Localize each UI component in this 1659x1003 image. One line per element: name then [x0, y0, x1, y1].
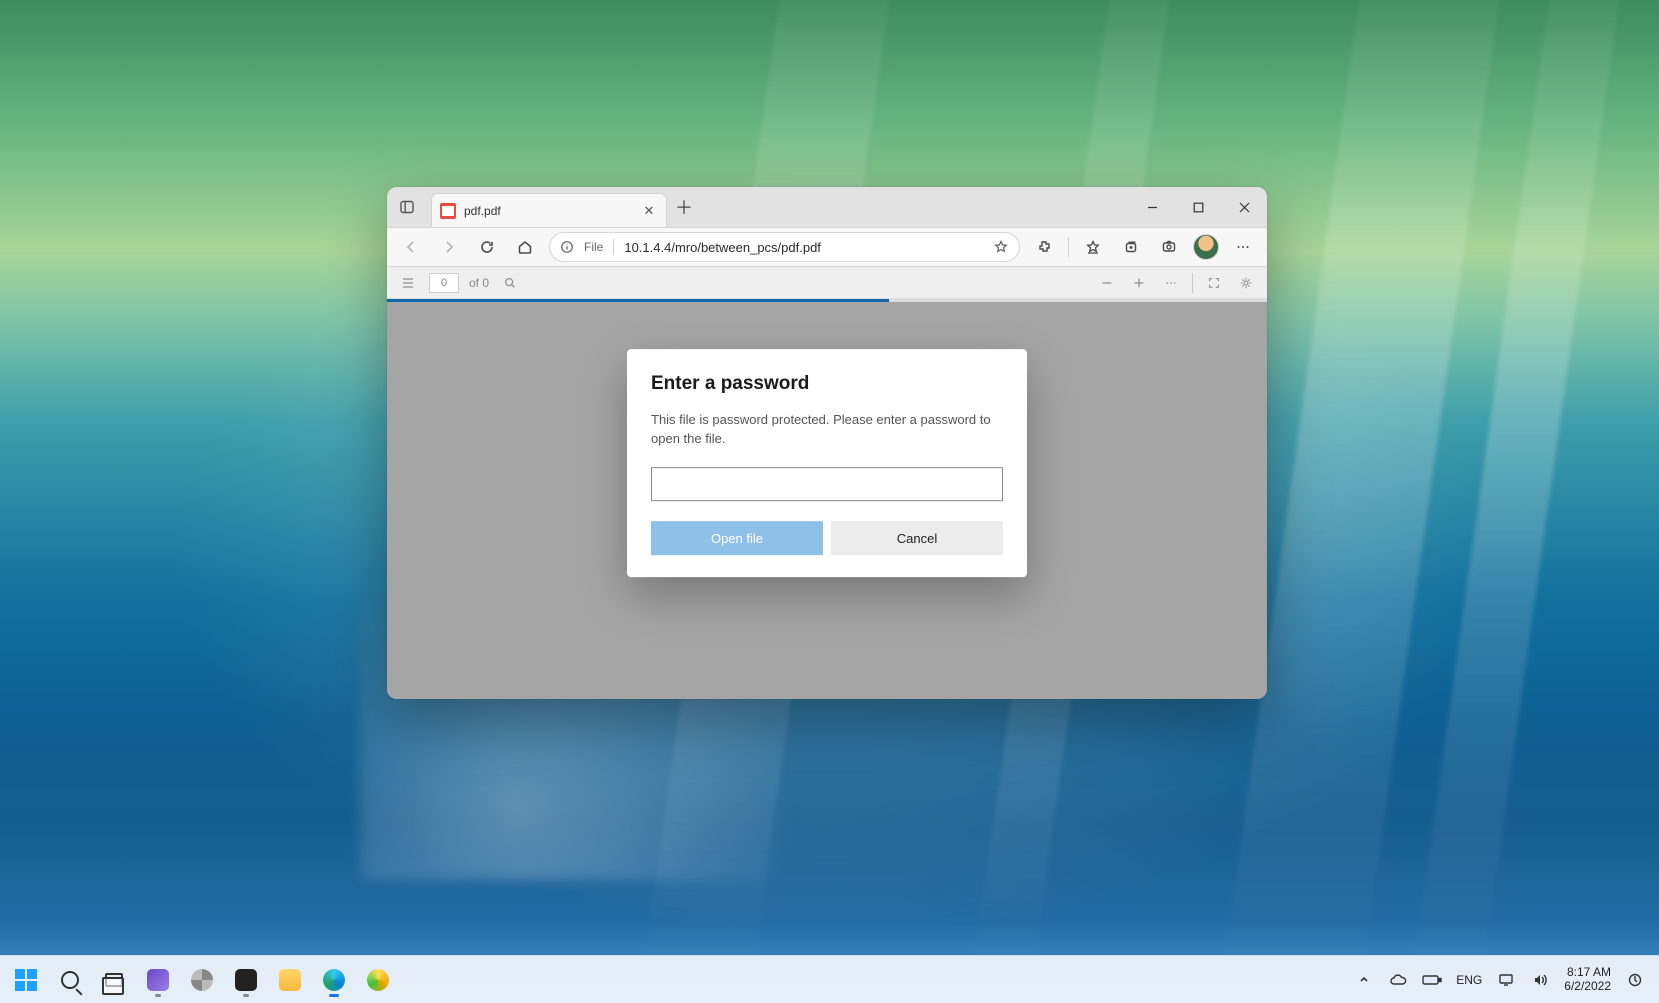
- start-button[interactable]: [6, 960, 46, 1000]
- pdf-icon: [440, 203, 456, 219]
- taskbar-app-explorer[interactable]: [270, 960, 310, 1000]
- profile-avatar[interactable]: [1193, 234, 1219, 260]
- page-number-input[interactable]: 0: [429, 273, 459, 293]
- taskbar-search[interactable]: [50, 960, 90, 1000]
- battery-icon[interactable]: [1422, 970, 1442, 990]
- favorite-button[interactable]: [993, 239, 1009, 255]
- taskbar-app-edge-canary[interactable]: [358, 960, 398, 1000]
- notifications-button[interactable]: [1625, 970, 1645, 990]
- collections-button[interactable]: [1117, 233, 1145, 261]
- pdf-toolbar: 0 of 0: [387, 267, 1267, 299]
- info-icon: [560, 240, 574, 254]
- page-total: of 0: [469, 276, 489, 290]
- web-capture-button[interactable]: [1155, 233, 1183, 261]
- minimize-button[interactable]: [1129, 187, 1175, 227]
- task-view-button[interactable]: [94, 960, 134, 1000]
- taskbar: ENG 8:17 AM 6/2/2022: [0, 955, 1659, 1003]
- new-tab-button[interactable]: ＋: [667, 187, 701, 227]
- browser-tab[interactable]: pdf.pdf ✕: [431, 193, 667, 227]
- close-tab-button[interactable]: ✕: [640, 202, 658, 220]
- cancel-button[interactable]: Cancel: [831, 521, 1003, 555]
- dialog-title: Enter a password: [651, 374, 1003, 396]
- clock[interactable]: 8:17 AM 6/2/2022: [1564, 966, 1611, 994]
- zoom-in-button[interactable]: [1128, 272, 1150, 294]
- password-dialog: Enter a password This file is password p…: [627, 350, 1027, 578]
- contents-button[interactable]: [397, 272, 419, 294]
- maximize-button[interactable]: [1175, 187, 1221, 227]
- forward-button[interactable]: [435, 233, 463, 261]
- system-tray: ENG 8:17 AM 6/2/2022: [1354, 966, 1659, 994]
- browser-toolbar: File 10.1.4.4/mro/between_pcs/pdf.pdf: [387, 227, 1267, 267]
- fullscreen-button[interactable]: [1203, 272, 1225, 294]
- load-progress: [387, 299, 1267, 302]
- password-input[interactable]: [651, 467, 1003, 501]
- back-button[interactable]: [397, 233, 425, 261]
- extensions-button[interactable]: [1030, 233, 1058, 261]
- volume-icon[interactable]: [1530, 970, 1550, 990]
- open-file-button[interactable]: Open file: [651, 521, 823, 555]
- refresh-button[interactable]: [473, 233, 501, 261]
- address-url: 10.1.4.4/mro/between_pcs/pdf.pdf: [624, 240, 983, 255]
- taskbar-app-edge[interactable]: [314, 960, 354, 1000]
- taskbar-app-teams[interactable]: [138, 960, 178, 1000]
- more-button[interactable]: [1160, 272, 1182, 294]
- clock-time: 8:17 AM: [1564, 966, 1611, 980]
- language-indicator[interactable]: ENG: [1456, 973, 1482, 987]
- dialog-message: This file is password protected. Please …: [651, 412, 1003, 450]
- settings-menu-button[interactable]: [1229, 233, 1257, 261]
- tab-actions-button[interactable]: [387, 187, 427, 227]
- network-icon[interactable]: [1496, 970, 1516, 990]
- tray-overflow-button[interactable]: [1354, 970, 1374, 990]
- zoom-out-button[interactable]: [1096, 272, 1118, 294]
- home-button[interactable]: [511, 233, 539, 261]
- address-scheme: File: [584, 240, 603, 254]
- browser-window: pdf.pdf ✕ ＋ File 10.1.4.4/mro/between_pc…: [387, 187, 1267, 699]
- find-button[interactable]: [499, 272, 521, 294]
- close-window-button[interactable]: [1221, 187, 1267, 227]
- favorites-button[interactable]: [1079, 233, 1107, 261]
- titlebar: pdf.pdf ✕ ＋: [387, 187, 1267, 227]
- pdf-settings-button[interactable]: [1235, 272, 1257, 294]
- clock-date: 6/2/2022: [1564, 980, 1611, 994]
- tab-title: pdf.pdf: [464, 204, 632, 218]
- onedrive-icon[interactable]: [1388, 970, 1408, 990]
- taskbar-app-settings[interactable]: [182, 960, 222, 1000]
- address-bar[interactable]: File 10.1.4.4/mro/between_pcs/pdf.pdf: [549, 232, 1020, 262]
- taskbar-app-terminal[interactable]: [226, 960, 266, 1000]
